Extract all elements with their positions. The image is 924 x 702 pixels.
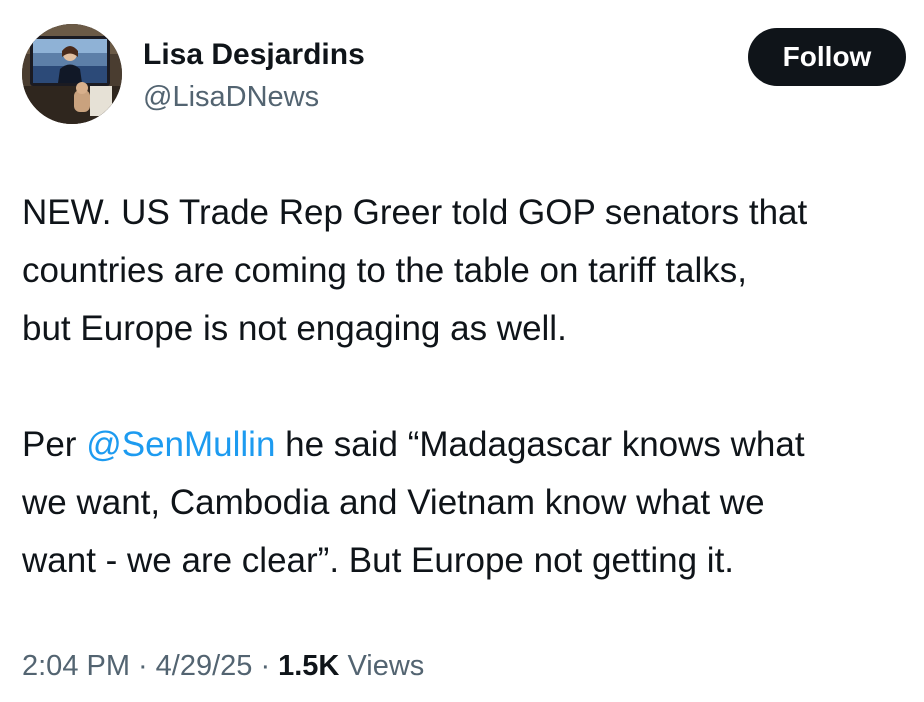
- tweet-text: NEW. US Trade Rep Greer told GOP senator…: [22, 184, 917, 590]
- tweet-card: Lisa Desjardins @LisaDNews Follow NEW. U…: [0, 0, 924, 702]
- tweet-meta: 2:04 PM · 4/29/25 · 1.5K Views: [22, 646, 424, 686]
- tweet-line-6: want - we are clear”. But Europe not get…: [22, 541, 735, 580]
- author-handle[interactable]: @LisaDNews: [143, 79, 319, 115]
- tweet-line-1: NEW. US Trade Rep Greer told GOP senator…: [22, 193, 808, 232]
- follow-button[interactable]: Follow: [748, 28, 906, 86]
- tweet-line-3: but Europe is not engaging as well.: [22, 309, 567, 348]
- tweet-line-4-prefix: Per: [22, 425, 87, 464]
- views-count: 1.5K: [278, 650, 340, 682]
- paragraph-break: [22, 358, 917, 416]
- tweet-line-4-suffix: he said “Madagascar knows what: [275, 425, 805, 464]
- mention-link[interactable]: @SenMullin: [86, 425, 275, 464]
- profile-photo-icon: [22, 24, 122, 124]
- tweet-line-4: Per @SenMullin he said “Madagascar knows…: [22, 416, 917, 474]
- author-display-name[interactable]: Lisa Desjardins: [143, 36, 365, 74]
- views-label: Views: [347, 650, 425, 682]
- tweet-line-5: we want, Cambodia and Vietnam know what …: [22, 483, 765, 522]
- meta-separator: ·: [260, 650, 271, 682]
- meta-separator: ·: [138, 650, 148, 682]
- avatar[interactable]: [22, 24, 122, 124]
- tweet-time[interactable]: 2:04 PM: [22, 650, 130, 682]
- tweet-line-2: countries are coming to the table on tar…: [22, 251, 748, 290]
- tweet-date[interactable]: 4/29/25: [156, 650, 253, 682]
